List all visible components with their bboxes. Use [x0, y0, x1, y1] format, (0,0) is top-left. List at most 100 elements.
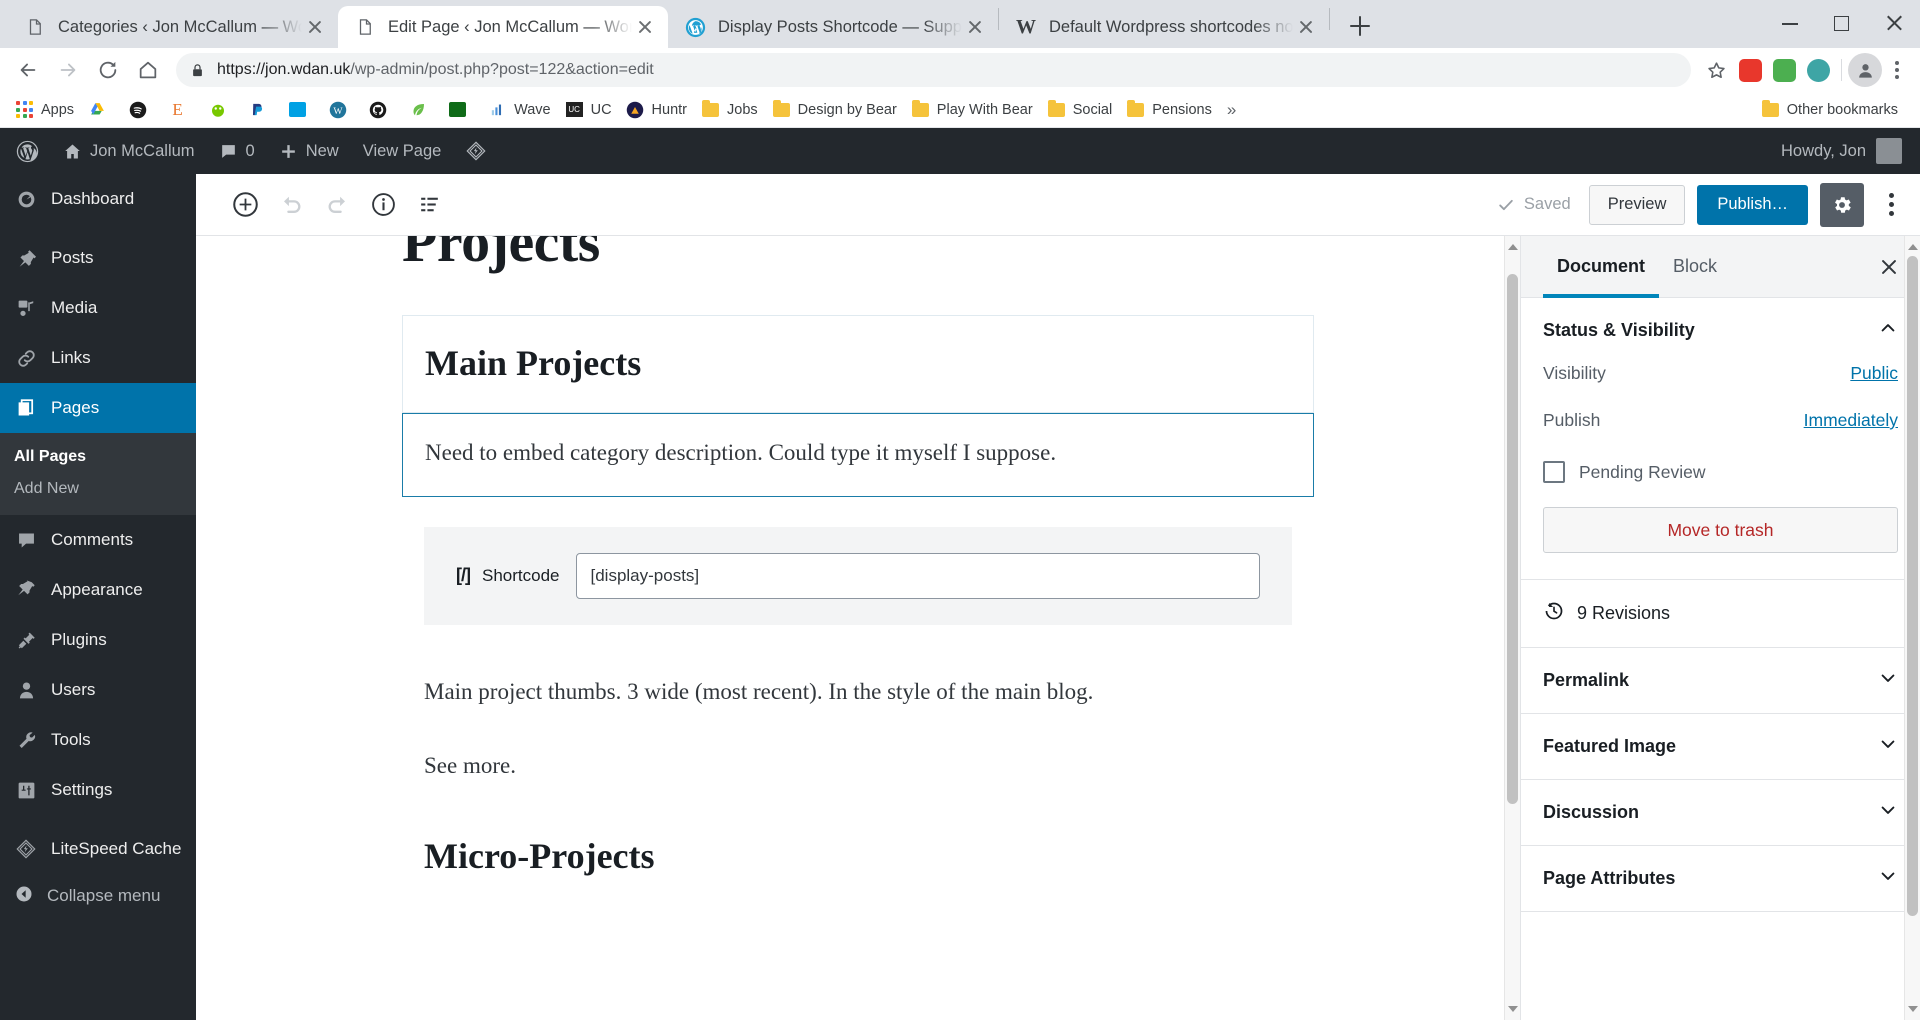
sidebar-item-pages[interactable]: Pages: [0, 383, 196, 433]
green-extension-icon[interactable]: [1767, 55, 1801, 85]
scroll-up-arrow-icon[interactable]: [1508, 244, 1518, 250]
bookmark-item[interactable]: Design by Bear: [765, 96, 904, 124]
bookmark-item[interactable]: Play With Bear: [904, 96, 1040, 124]
sidebar-item-appearance[interactable]: Appearance: [0, 565, 196, 615]
account-menu[interactable]: Howdy, Jon: [1781, 128, 1920, 174]
kebab-menu-icon[interactable]: [1876, 183, 1906, 227]
other-bookmarks-folder[interactable]: Other bookmarks: [1754, 96, 1912, 124]
undo-icon[interactable]: [268, 182, 314, 228]
bookmark-item[interactable]: E: [161, 96, 201, 124]
heading-block[interactable]: Micro-Projects: [424, 835, 1292, 877]
canvas-scrollbar[interactable]: [1504, 236, 1520, 1020]
scroll-down-arrow-icon[interactable]: [1908, 1006, 1918, 1012]
profile-avatar-icon[interactable]: [1848, 53, 1882, 87]
block-navigation-icon[interactable]: [406, 182, 452, 228]
back-arrow-icon[interactable]: [8, 50, 48, 90]
sidebar-item-comments[interactable]: Comments: [0, 515, 196, 565]
home-icon[interactable]: [128, 50, 168, 90]
revisions-link[interactable]: 9 Revisions: [1521, 580, 1920, 647]
sidebar-item-plugins[interactable]: Plugins: [0, 615, 196, 665]
pending-review-row[interactable]: Pending Review: [1521, 457, 1920, 507]
chevron-down-icon[interactable]: [1878, 668, 1898, 693]
publish-button[interactable]: Publish…: [1697, 184, 1808, 225]
scroll-up-arrow-icon[interactable]: [1908, 244, 1918, 250]
add-block-icon[interactable]: [222, 182, 268, 228]
editor-canvas[interactable]: Projects Main Projects Need to embed cat…: [196, 236, 1520, 1020]
shortcode-block[interactable]: [/] Shortcode [display-posts]: [424, 526, 1292, 625]
chevron-down-icon[interactable]: [1878, 734, 1898, 759]
reload-icon[interactable]: [88, 50, 128, 90]
address-bar[interactable]: https://jon.wdan.uk/wp-admin/post.php?po…: [176, 53, 1691, 87]
publish-value[interactable]: Immediately: [1804, 410, 1898, 431]
bookmark-item[interactable]: Pensions: [1119, 96, 1219, 124]
tab-close-icon[interactable]: [632, 14, 658, 40]
sidebar-item-tools[interactable]: Tools: [0, 715, 196, 765]
content-info-icon[interactable]: [360, 182, 406, 228]
panel-header[interactable]: Featured Image: [1521, 714, 1920, 779]
preview-button[interactable]: Preview: [1588, 184, 1686, 225]
maximize-icon[interactable]: [1816, 0, 1868, 46]
settings-gear-button[interactable]: [1820, 182, 1864, 227]
tab-close-icon[interactable]: [962, 14, 988, 40]
browser-menu-icon[interactable]: [1882, 53, 1912, 87]
forward-arrow-icon[interactable]: [48, 50, 88, 90]
pending-review-checkbox[interactable]: [1543, 461, 1565, 483]
bookmark-item[interactable]: [281, 96, 321, 124]
scrollbar-thumb[interactable]: [1907, 256, 1918, 916]
bookmark-item[interactable]: [201, 96, 241, 124]
submenu-item-all-pages[interactable]: All Pages: [0, 441, 196, 473]
bookmark-item[interactable]: [121, 96, 161, 124]
sidebar-item-dashboard[interactable]: Dashboard: [0, 174, 196, 224]
litespeed-menu[interactable]: [453, 128, 499, 174]
paragraph-block[interactable]: Main project thumbs. 3 wide (most recent…: [424, 679, 1292, 705]
bookmark-item[interactable]: Wave: [481, 96, 558, 124]
chevron-up-icon[interactable]: [1878, 318, 1898, 343]
browser-tab[interactable]: W Default Wordpress shortcodes no: [999, 6, 1329, 48]
sidebar-item-posts[interactable]: Posts: [0, 233, 196, 283]
shortcode-input[interactable]: [display-posts]: [575, 552, 1260, 599]
view-page-link[interactable]: View Page: [351, 128, 454, 174]
page-title[interactable]: Projects: [402, 236, 1314, 273]
scroll-down-arrow-icon[interactable]: [1508, 1006, 1518, 1012]
bookmark-star-icon[interactable]: [1699, 53, 1733, 87]
browser-tab-active[interactable]: Edit Page ‹ Jon McCallum — Wor: [338, 6, 668, 48]
close-icon[interactable]: [1868, 0, 1920, 46]
sidebar-item-links[interactable]: Links: [0, 333, 196, 383]
mdm-extension-icon[interactable]: [1733, 55, 1767, 85]
new-content-menu[interactable]: New: [267, 128, 351, 174]
bookmark-item[interactable]: Social: [1040, 96, 1120, 124]
comments-menu[interactable]: 0: [207, 128, 267, 174]
spiral-extension-icon[interactable]: [1801, 55, 1835, 85]
browser-tab[interactable]: Categories ‹ Jon McCallum — Wo: [8, 6, 338, 48]
paragraph-block-selected[interactable]: Need to embed category description. Coul…: [402, 412, 1314, 497]
sidebar-item-settings[interactable]: Settings: [0, 765, 196, 815]
tab-close-icon[interactable]: [1293, 14, 1319, 40]
visibility-value[interactable]: Public: [1850, 363, 1898, 384]
panel-header[interactable]: Permalink: [1521, 648, 1920, 713]
wp-logo-button[interactable]: [0, 128, 51, 174]
bookmark-item[interactable]: UC UC: [558, 96, 619, 124]
bookmarks-overflow-icon[interactable]: »: [1219, 100, 1244, 120]
heading-block[interactable]: Main Projects: [402, 314, 1314, 413]
new-tab-button[interactable]: [1340, 6, 1380, 46]
bookmark-item[interactable]: [361, 96, 401, 124]
redo-icon[interactable]: [314, 182, 360, 228]
submenu-item-add-new[interactable]: Add New: [0, 473, 196, 505]
bookmark-item[interactable]: Jobs: [694, 96, 765, 124]
move-to-trash-button[interactable]: Move to trash: [1543, 507, 1898, 553]
chevron-down-icon[interactable]: [1878, 866, 1898, 891]
paragraph-block[interactable]: See more.: [424, 753, 1292, 779]
sidebar-item-users[interactable]: Users: [0, 665, 196, 715]
bookmark-item[interactable]: [401, 96, 441, 124]
apps-bookmark[interactable]: Apps: [8, 96, 81, 124]
chevron-down-icon[interactable]: [1878, 800, 1898, 825]
panel-header[interactable]: Page Attributes: [1521, 846, 1920, 911]
sidebar-scrollbar[interactable]: [1904, 236, 1920, 1020]
sidebar-item-litespeed-cache[interactable]: LiteSpeed Cache: [0, 824, 196, 874]
bookmark-item[interactable]: [441, 96, 481, 124]
tab-document[interactable]: Document: [1543, 236, 1660, 298]
tab-block[interactable]: Block: [1659, 236, 1731, 297]
bookmark-item[interactable]: Huntr: [619, 96, 694, 124]
bookmark-item[interactable]: [81, 96, 121, 124]
panel-header[interactable]: Status & Visibility: [1521, 298, 1920, 363]
